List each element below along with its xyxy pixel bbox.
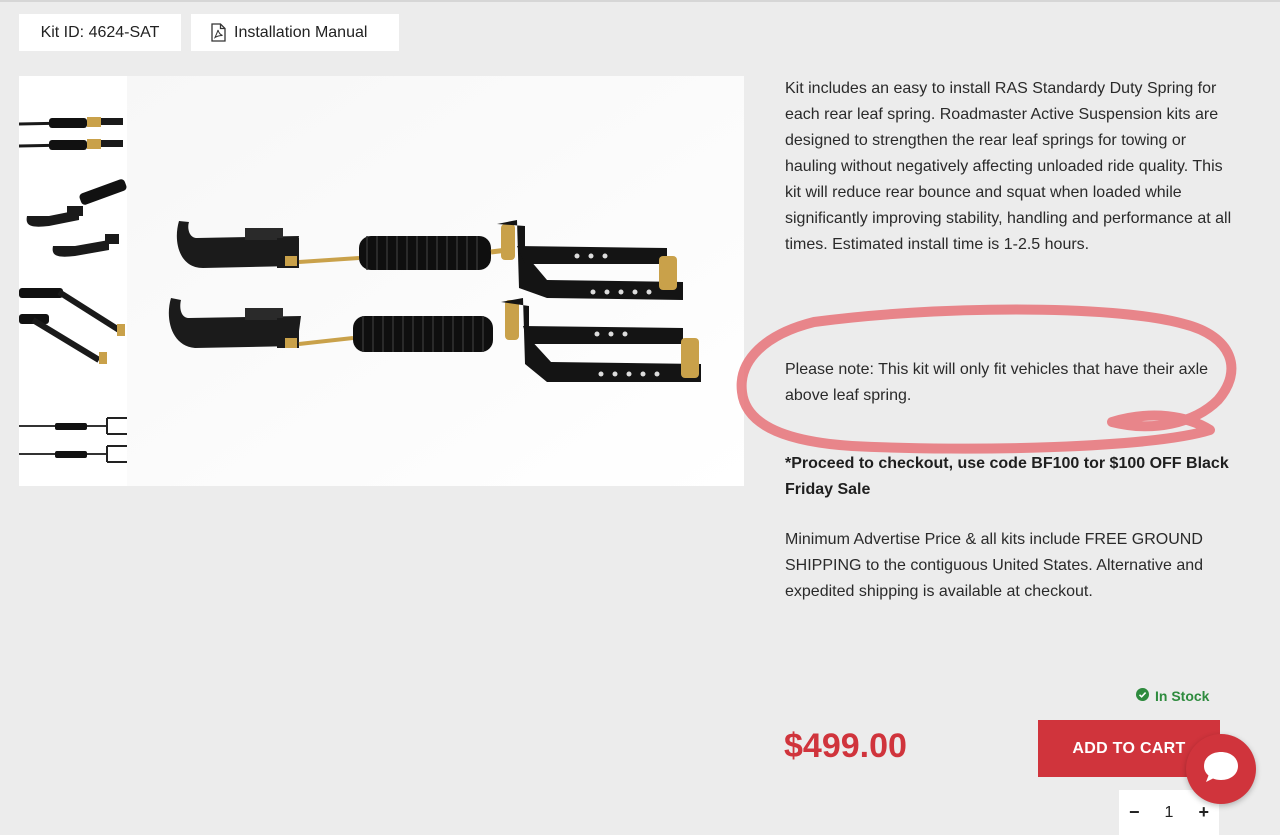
chat-bubble-icon	[1201, 748, 1241, 791]
check-circle-icon	[1136, 688, 1149, 704]
shipping-info: Minimum Advertise Price & all kits inclu…	[785, 531, 1204, 600]
thumbnail-3[interactable]	[19, 280, 127, 375]
thumbnail-2[interactable]	[19, 176, 127, 271]
thumbnail-4[interactable]	[19, 396, 127, 491]
stock-status: In Stock	[1136, 688, 1209, 704]
kit-id-text: Kit ID: 4624-SAT	[40, 23, 160, 41]
installation-manual-label: Installation Manual	[234, 23, 368, 41]
quantity-increase-button[interactable]: +	[1198, 802, 1209, 823]
installation-manual-link[interactable]: Installation Manual	[191, 14, 399, 51]
product-gallery	[19, 76, 744, 486]
fitment-note: Please note: This kit will only fit vehi…	[785, 361, 1209, 404]
product-description: Kit includes an easy to install RAS Stan…	[785, 80, 1232, 253]
top-divider	[0, 0, 1280, 2]
thumbnail-strip	[19, 76, 127, 486]
promo-text: *Proceed to checkout, use code BF100 tor…	[785, 455, 1229, 498]
pdf-file-icon	[211, 23, 226, 42]
thumbnail-1[interactable]	[19, 84, 127, 179]
kit-id-badge: Kit ID: 4624-SAT	[19, 14, 181, 51]
product-main-image[interactable]	[127, 76, 744, 486]
quantity-decrease-button[interactable]: −	[1129, 802, 1140, 823]
stock-status-label: In Stock	[1155, 688, 1210, 704]
quantity-value[interactable]: 1	[1165, 804, 1174, 822]
product-price: $499.00	[784, 727, 907, 765]
chat-widget-button[interactable]	[1186, 734, 1256, 804]
